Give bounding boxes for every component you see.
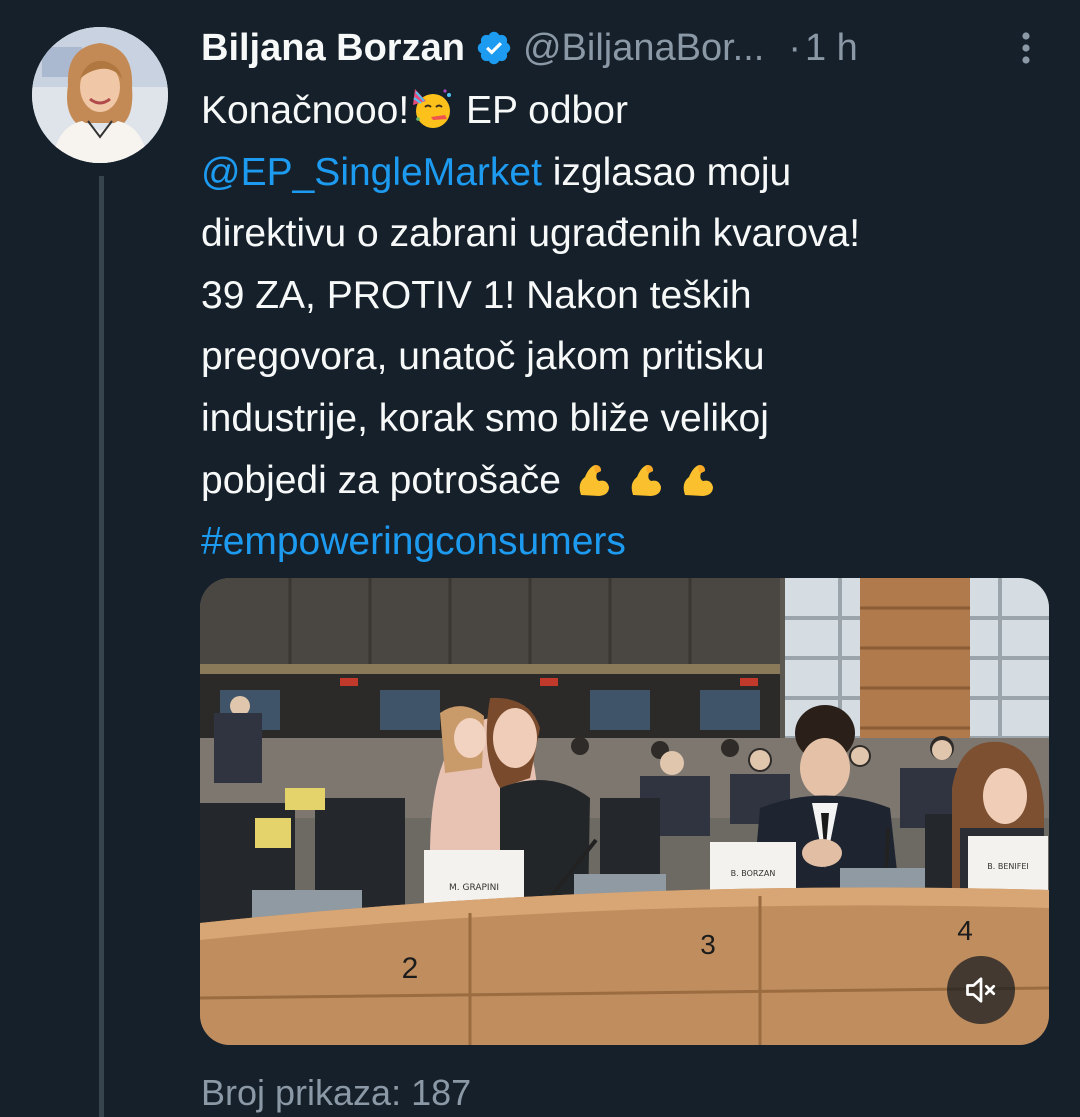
video-frame: M. GRAPINI B. BORZAN B. BENIFEI 2 3 4 bbox=[200, 578, 1049, 1045]
tweet-text: Konačnooo! EP odbor @EP_SingleMarket izg… bbox=[201, 80, 1051, 573]
video-media[interactable]: M. GRAPINI B. BORZAN B. BENIFEI 2 3 4 bbox=[200, 578, 1049, 1045]
nameplate-benifei: B. BENIFEI bbox=[987, 862, 1028, 871]
tweet-line-6: industrije, korak smo bliže velikoj bbox=[201, 396, 769, 440]
tweet-line-1: Konačnooo! EP odbor bbox=[201, 80, 1051, 142]
flexed-biceps-emoji-icon bbox=[683, 464, 713, 496]
avatar[interactable] bbox=[32, 27, 168, 163]
nameplate-borzan: B. BORZAN bbox=[731, 869, 776, 878]
tweet-line-5: pregovora, unatoč jakom pritisku bbox=[201, 335, 765, 379]
tweet-text-opening: Konačnooo! bbox=[201, 89, 410, 132]
tweet-timestamp[interactable]: 1 h bbox=[805, 27, 858, 70]
header-separator: · bbox=[788, 26, 801, 69]
seat-number-4: 4 bbox=[957, 915, 973, 946]
tweet-line-2: @EP_SingleMarket izglasao moju bbox=[201, 142, 1051, 204]
flexed-biceps-emoji-icon bbox=[579, 464, 609, 496]
flexed-biceps-emoji-icon bbox=[631, 464, 661, 496]
seat-number-2: 2 bbox=[402, 952, 419, 985]
tweet-text-pobjedi: pobjedi za potrošače bbox=[201, 458, 561, 502]
mute-toggle-button[interactable] bbox=[947, 956, 1015, 1024]
tweet-line-7: pobjedi za potrošače bbox=[201, 450, 1051, 512]
volume-muted-icon bbox=[966, 977, 996, 1003]
tweet-text-izglasao: izglasao moju bbox=[541, 150, 792, 194]
tweet-text-ep-odbor: EP odbor bbox=[455, 89, 628, 132]
thread-line bbox=[99, 176, 104, 1117]
author-handle[interactable]: @BiljanaBor... bbox=[523, 27, 764, 70]
nameplate-grapini: M. GRAPINI bbox=[449, 883, 499, 893]
author-display-name[interactable]: Biljana Borzan bbox=[201, 27, 465, 70]
view-count[interactable]: Broj prikaza: 187 bbox=[201, 1072, 471, 1114]
verified-badge-icon bbox=[477, 31, 511, 65]
tweet-line-4: 39 ZA, PROTIV 1! Nakon teških bbox=[201, 273, 752, 317]
more-options-icon[interactable] bbox=[1008, 28, 1044, 68]
tweet-header: Biljana Borzan @BiljanaBor... · 1 h bbox=[201, 20, 1061, 76]
tweet-line-8: #empoweringconsumers bbox=[201, 511, 1051, 573]
avatar-photo bbox=[32, 27, 168, 163]
mention-link[interactable]: @EP_SingleMarket bbox=[201, 151, 542, 194]
seat-number-3: 3 bbox=[700, 929, 716, 960]
hashtag-link[interactable]: #empoweringconsumers bbox=[201, 520, 626, 563]
partying-face-emoji-icon bbox=[413, 89, 452, 128]
tweet-line-3: direktivu o zabrani ugrađenih kvarova! bbox=[201, 212, 861, 256]
